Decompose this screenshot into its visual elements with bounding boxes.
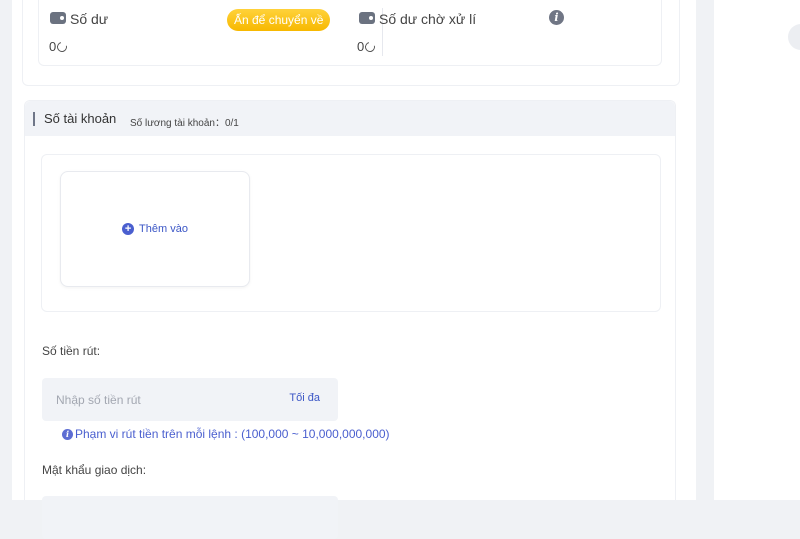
coin-icon [363,39,378,54]
account-section: Số tài khoản Số lương tài khoản：0/1 + Th… [24,100,676,539]
wallet-icon [50,12,66,24]
max-amount-button[interactable]: Tối đa [289,392,320,404]
account-cards-container: + Thêm vào [41,154,661,312]
withdraw-amount-field: Tối đa [42,378,338,421]
page-gutter-left [0,0,12,500]
balance-label: Số dư [70,11,109,27]
column-divider [696,0,714,500]
balance-card: Số dư Ấn để chuyển về 0 Số dư chờ xử lí … [38,0,662,66]
account-section-header: Số tài khoản Số lương tài khoản：0/1 [25,101,675,136]
withdraw-range-hint: i Phạm vi rút tiền trên mỗi lệnh : (100,… [62,427,390,441]
coin-icon [55,39,70,54]
plus-circle-icon: + [122,223,135,235]
withdraw-range-text: Phạm vi rút tiền trên mỗi lệnh : (100,00… [75,427,390,441]
balance-value: 0 [49,39,70,54]
collect-balance-button[interactable]: Ấn để chuyển về [227,9,331,31]
withdraw-amount-input[interactable] [42,378,272,421]
transaction-password-label: Mật khẩu giao dịch: [42,463,147,477]
decorative-circle-icon [788,24,800,50]
right-panel [714,0,800,500]
account-count: Số lương tài khoản：0/1 [130,118,239,129]
info-icon[interactable]: i [549,10,564,25]
pending-balance-label: Số dư chờ xử lí [379,11,477,27]
pending-balance-value: 0 [357,39,378,54]
withdraw-amount-label: Số tiền rút: [42,344,101,358]
pending-amount: 0 [357,39,365,54]
account-section-title: Số tài khoản [44,111,117,126]
add-account-button[interactable]: + Thêm vào [60,171,250,287]
info-icon: i [62,428,73,440]
transaction-password-input[interactable] [42,496,338,539]
balance-amount: 0 [49,39,57,54]
add-account-label: Thêm vào [139,223,188,235]
section-marker [33,112,35,126]
wallet-icon [359,12,375,24]
